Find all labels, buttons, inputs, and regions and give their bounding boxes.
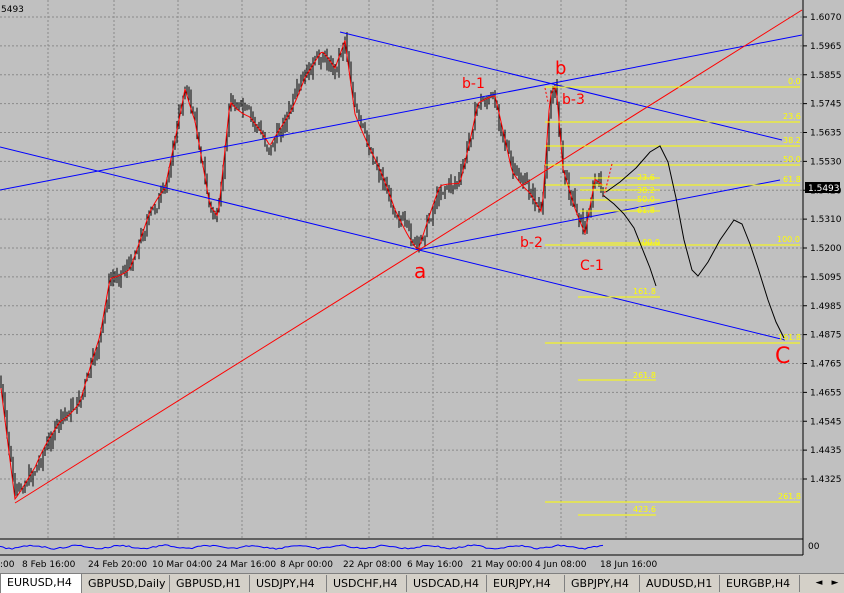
y-tick-label: 1.4765: [810, 360, 842, 370]
y-tick-label: 1.5530: [810, 157, 842, 167]
fib-label: 161.8: [778, 333, 801, 342]
tab-usdjpy-h4[interactable]: USDJPY,H4: [250, 575, 327, 592]
fib-label: 50.0: [783, 155, 801, 164]
fib-label: 100.0: [777, 235, 800, 244]
tab-gbpusd-daily[interactable]: GBPUSD,Daily: [82, 575, 170, 592]
scroll-left-icon[interactable]: ◄: [812, 576, 826, 590]
wave-label-b-1: b-1: [462, 76, 485, 92]
indicator-label: 00: [808, 542, 820, 552]
tab-eurusd-h4[interactable]: EURUSD,H4: [0, 574, 82, 593]
y-tick-label: 1.4985: [810, 302, 842, 312]
fib-label: 38.2: [783, 136, 801, 145]
x-tick-label: 10 Mar 04:00: [152, 560, 212, 570]
fib-label: 261.8: [778, 492, 801, 501]
tab-eurjpy-h4[interactable]: EURJPY,H4: [487, 575, 565, 592]
x-tick-label: 21 May 00:00: [471, 560, 533, 570]
fib-label: 23.6: [637, 173, 655, 182]
fib-label: 61.8: [637, 206, 655, 215]
y-tick-label: 1.4655: [810, 388, 842, 398]
y-tick-label: 1.5310: [810, 215, 842, 225]
y-tick-label: 1.4545: [810, 417, 842, 427]
fib-label: 38.2: [637, 186, 655, 195]
y-tick-label: 1.5855: [810, 71, 842, 81]
x-tick-label: 4 Jun 08:00: [535, 560, 587, 570]
tab-audusd-h1[interactable]: AUDUSD,H1: [640, 575, 720, 592]
fib-label: 0.0: [788, 77, 801, 86]
y-tick-label: 1.4325: [810, 475, 842, 485]
y-tick-label: 1.5745: [810, 100, 842, 110]
fib-label: 161.8: [633, 287, 656, 296]
corner-label: 5493: [1, 5, 24, 15]
symbol-tab-bar: EURUSD,H4 GBPUSD,Daily GBPUSD,H1 USDJPY,H4 U…: [0, 573, 844, 593]
y-tick-label: 1.4435: [810, 446, 842, 456]
fib-label: 100.0: [637, 238, 660, 247]
tab-usdchf-h4[interactable]: USDCHF,H4: [327, 575, 407, 592]
price-chart[interactable]: 0.023.638.250.061.8100.023.638.250.061.8…: [0, 0, 844, 573]
wave-label-b: b: [555, 58, 566, 79]
wave-label-c-1: C-1: [580, 258, 604, 274]
x-tick-label: 6 May 16:00: [407, 560, 463, 570]
x-tick-label: 22 Apr 08:00: [343, 560, 402, 570]
fib-label: 423.6: [633, 505, 656, 514]
y-tick-label: 1.5200: [810, 244, 842, 254]
y-tick-label: 1.4875: [810, 331, 842, 341]
current-price-label: 1.5493: [808, 184, 840, 194]
tab-gbpjpy-h4[interactable]: GBPJPY,H4: [565, 575, 640, 592]
tab-eurgbp-h4[interactable]: EURGBP,H4: [720, 575, 800, 592]
fib-label: 50.0: [637, 195, 655, 204]
fib-label: 23.6: [783, 112, 801, 121]
tab-usdcad-h4[interactable]: USDCAD,H4: [407, 575, 487, 592]
x-tick-label: 8 Feb 16:00: [22, 560, 76, 570]
chart-area[interactable]: 0.0 23.6 38.2 50.0 61.8 100.0 23.6 38.2 50.0 61.8…: [0, 0, 844, 573]
x-tick-label: 24 Mar 16:00: [216, 560, 276, 570]
y-tick-label: 1.5965: [810, 42, 842, 52]
x-tick-label: 24 Feb 20:00: [88, 560, 147, 570]
wave-label-c: C: [775, 344, 790, 369]
x-tick-label: 8 Apr 00:00: [280, 560, 333, 570]
fib-label: 261.8: [633, 371, 656, 380]
x-tick-label: 18 Jun 16:00: [600, 560, 657, 570]
fib-label: 61.8: [783, 175, 801, 184]
wave-label-b-3: b-3: [562, 92, 585, 108]
y-tick-label: 1.5635: [810, 129, 842, 139]
x-tick-label: :00: [0, 560, 15, 570]
y-tick-label: 1.6070: [810, 13, 842, 23]
y-tick-label: 1.5095: [810, 273, 842, 283]
scroll-right-icon[interactable]: ►: [828, 576, 842, 590]
wave-label-b-2: b-2: [520, 235, 543, 251]
wave-label-a: a: [414, 259, 426, 283]
tab-gbpusd-h1[interactable]: GBPUSD,H1: [170, 575, 250, 592]
